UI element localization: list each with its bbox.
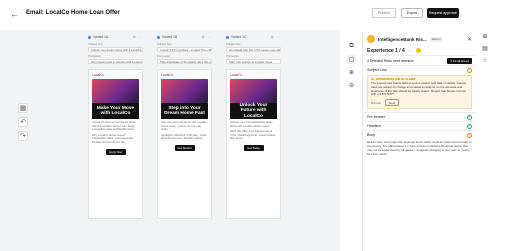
request-approval-button[interactable]: Request approval	[427, 8, 459, 18]
grid-icon[interactable]: ▦	[18, 103, 28, 113]
variant-actions-icon[interactable]: ⧉ ⋯	[133, 35, 143, 39]
cta-button[interactable]: Apply Now	[105, 148, 126, 155]
subject-field[interactable]: Unlock 3.5% Low Rate - Limited Time Offe…	[157, 47, 212, 52]
intro-text: Achieve your homeownership goals faster …	[230, 121, 273, 128]
add-icon[interactable]: ⊕	[481, 32, 490, 41]
intelligencebank-logo-icon	[367, 35, 375, 43]
body-risk-text: Refrain from using high-risk language te…	[367, 140, 472, 156]
section-headline[interactable]: Headline ✓	[363, 121, 476, 130]
cta-button[interactable]: Get Today	[243, 144, 264, 151]
section-body[interactable]: Body !	[363, 130, 476, 139]
zoom-in-icon[interactable]: ⊕	[347, 68, 356, 77]
brand-logo: LocalCo	[230, 73, 243, 77]
hero-headline: Step into Your Dream Home Fast	[161, 103, 208, 119]
variant-dot-icon	[226, 35, 229, 39]
addon-badge: Add on	[429, 36, 443, 42]
variant-actions-icon[interactable]: ⧉ ⋯	[202, 35, 212, 39]
layout-icon[interactable]: ▤	[481, 44, 490, 53]
variant-header: Variant 1C ⧉ ⋯	[226, 34, 281, 40]
variant-card[interactable]: Variant 1A ⧉ ⋯ Subject line Unlock your …	[88, 34, 143, 248]
close-icon[interactable]: ✕	[467, 36, 472, 43]
intro-text: Step into your new home with LocalCo Hom…	[161, 121, 207, 132]
variant-name: Variant 1B	[162, 35, 178, 39]
risk-text: The interest rate claims lacks a source …	[371, 81, 467, 97]
variant-dot-icon	[157, 35, 160, 39]
panel-title: IntelligenceBank Ris...	[378, 36, 427, 42]
top-bar: ← Email: LocalCo Home Loan Offer Publish…	[0, 0, 512, 30]
subject-label: Subject line	[226, 42, 241, 46]
variant-name: Variant 1A	[93, 35, 109, 39]
variant-dot-icon	[88, 35, 91, 39]
variant-actions-icon[interactable]: ⧉ ⋯	[271, 35, 281, 39]
intro-text: Unlock the door to your dream home with …	[92, 121, 136, 132]
experience-nav-icon[interactable]: ‹ ›	[409, 48, 413, 53]
zoom-out-icon[interactable]: ⊖	[347, 81, 356, 90]
next-button[interactable]: Next	[385, 99, 400, 107]
preheader-label: Preheader	[88, 54, 102, 58]
body-text: Highlights: Attractive 3.5% rate · Quick…	[161, 133, 207, 141]
hero-headline: Make Your Move with LocalCo	[92, 103, 139, 119]
hero-image	[230, 79, 277, 103]
copy-icon[interactable]: ⧉	[347, 42, 356, 51]
redo-icon[interactable]: ↷	[18, 131, 28, 141]
risk-card: AI · APPROPRIATE USE OF CLAIMS The inter…	[367, 75, 472, 110]
chat-icon[interactable]: ▢	[347, 55, 356, 64]
dismiss-button[interactable]: Dismiss	[371, 101, 381, 105]
email-preview: LocalCo Make Your Move with LocalCo Unlo…	[88, 69, 143, 219]
variant-header: Variant 1B ⧉ ⋯	[157, 34, 212, 40]
page-title: Email: LocalCo Home Loan Offer	[26, 10, 120, 16]
experience-selector[interactable]: Experience 1 / 4 ‹ ›	[363, 46, 476, 56]
cta-button[interactable]: Get Started	[174, 144, 195, 151]
hero-image	[92, 79, 139, 103]
preheader-field[interactable]: Start your journey to a better home	[226, 59, 281, 64]
fix-summary: 3 Detected Risks need attention ✦ Fix al…	[363, 56, 476, 65]
section-subject-line[interactable]: Subject Line !	[363, 65, 476, 74]
subject-field[interactable]: Unlock your dream home with a LocalCo lo…	[88, 47, 143, 52]
risk-actions: Dismiss Next	[371, 99, 468, 107]
fix-all-button[interactable]: ✦ Fix all issues	[446, 57, 472, 64]
email-preview: LocalCo Unlock Your Future with LocalCo …	[226, 69, 281, 219]
canvas-toolbar: ⧉ ▢ ⊕ ⊖	[347, 42, 357, 94]
brand-logo: LocalCo	[92, 73, 105, 77]
section-label: Headline	[367, 124, 382, 129]
warning-icon: !	[467, 67, 472, 73]
subject-field[interactable]: Get Ahead with Our 3.5% Home Loan Rate	[226, 47, 281, 52]
brand-logo: LocalCo	[161, 73, 174, 77]
body-text: What We Offer: Low interest rate of 3.5%…	[230, 130, 276, 141]
risk-panel: IntelligenceBank Ris... Add on ✕ Experie…	[362, 32, 476, 251]
undo-icon[interactable]: ↶	[18, 117, 28, 127]
star-icon[interactable]: ☆	[481, 56, 490, 65]
preheader-field[interactable]: Get preapproved in minutes with LocalCo	[88, 59, 143, 64]
fix-summary-text: 3 Detected Risks need attention	[367, 58, 414, 63]
section-label: Body	[367, 133, 376, 138]
body-text: Why LocalCo Home Loans? Competitive rate…	[92, 133, 135, 144]
hero-image	[161, 79, 208, 103]
subject-label: Subject line	[157, 42, 172, 46]
variant-name: Variant 1C	[231, 35, 247, 39]
back-arrow-icon[interactable]: ←	[10, 9, 19, 19]
section-label: Subject Line	[367, 68, 387, 72]
publish-button[interactable]: Publish	[372, 8, 396, 18]
check-icon: ✓	[467, 114, 472, 120]
panel-header: IntelligenceBank Ris... Add on ✕	[363, 32, 476, 46]
left-toolbar: ▦ ↶ ↷	[18, 103, 30, 145]
section-label: Pre-header	[367, 115, 385, 120]
preheader-label: Preheader	[157, 54, 171, 58]
warning-dot-icon	[415, 48, 421, 53]
variant-header: Variant 1A ⧉ ⋯	[88, 34, 143, 40]
experience-label: Experience 1 / 4	[367, 47, 405, 54]
variant-card[interactable]: Variant 1C ⧉ ⋯ Subject line Get Ahead wi…	[226, 34, 281, 248]
email-preview: LocalCo Step into Your Dream Home Fast S…	[157, 69, 212, 219]
preheader-field[interactable]: Take advantage of the lowest rates this …	[157, 59, 212, 64]
warning-icon: !	[467, 132, 472, 138]
subject-label: Subject line	[88, 42, 103, 46]
variant-card[interactable]: Variant 1B ⧉ ⋯ Subject line Unlock 3.5% …	[157, 34, 212, 248]
preheader-label: Preheader	[226, 54, 240, 58]
section-pre-header[interactable]: Pre-header ✓	[363, 112, 476, 121]
side-rail: ⊕ ▤ ☆	[478, 32, 492, 92]
hero-headline: Unlock Your Future with LocalCo	[230, 103, 277, 119]
export-button[interactable]: Export	[401, 8, 423, 18]
check-icon: ✓	[467, 123, 472, 129]
